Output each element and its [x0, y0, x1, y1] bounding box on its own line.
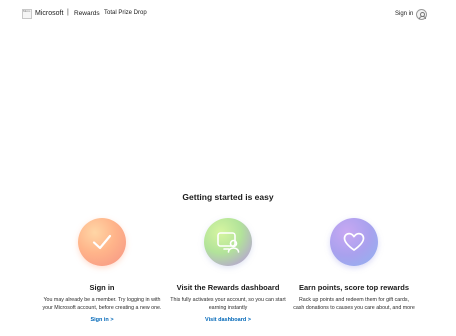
section-title: Getting started is easy	[182, 192, 274, 202]
card-dashboard: Visit the Rewards dashboard This fully a…	[163, 218, 293, 323]
top-header: Micro Microsoft | Rewards Total Prize Dr…	[0, 0, 456, 30]
nav-prize-drop-link[interactable]: Total Prize Drop	[104, 10, 147, 16]
visit-dashboard-link[interactable]: Visit dashboard >	[163, 317, 293, 323]
checkmark-icon	[92, 234, 112, 250]
header-signin-link[interactable]: Sign in	[395, 11, 413, 17]
earn-points-circle	[330, 218, 378, 266]
sign-in-circle	[78, 218, 126, 266]
card-description: Rack up points and redeem them for gift …	[293, 297, 415, 311]
brand-name[interactable]: Microsoft	[35, 10, 63, 17]
user-avatar-icon[interactable]	[416, 9, 427, 20]
heart-icon	[343, 232, 365, 251]
card-title: Sign in	[89, 283, 115, 292]
microsoft-logo[interactable]: Micro	[22, 9, 32, 19]
card-title: Visit the Rewards dashboard	[176, 283, 280, 292]
card-description: This fully activates your account, so yo…	[170, 297, 286, 311]
header-separator: |	[67, 9, 69, 16]
card-title: Earn points, score top rewards	[298, 283, 410, 292]
dashboard-circle	[204, 218, 252, 266]
nav-rewards-link[interactable]: Rewards	[74, 10, 100, 17]
sign-in-link[interactable]: Sign in >	[37, 317, 167, 323]
card-earn-points: Earn points, score top rewards Rack up p…	[289, 218, 419, 312]
card-description: You may already be a member. Try logging…	[42, 297, 162, 311]
dashboard-user-icon	[217, 232, 240, 253]
card-sign-in: Sign in You may already be a member. Try…	[37, 218, 167, 323]
